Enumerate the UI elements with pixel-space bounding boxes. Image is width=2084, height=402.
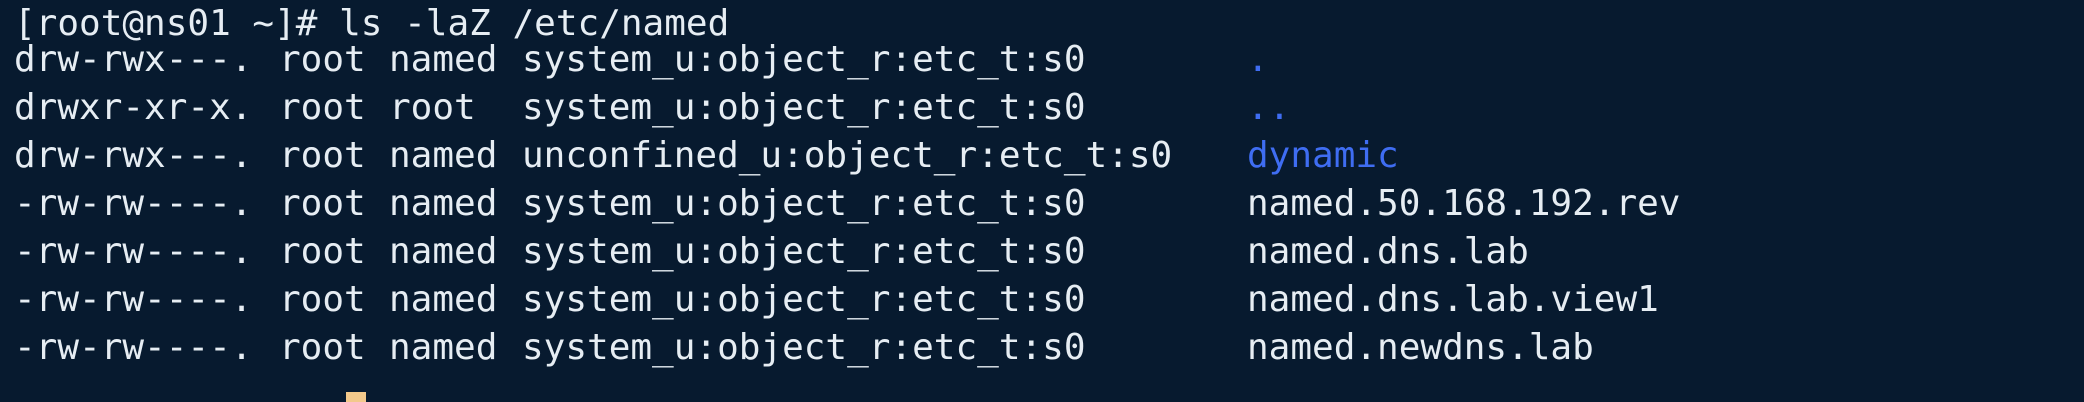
group: named	[389, 327, 498, 368]
selinux-context: system_u:object_r:etc_t:s0	[522, 183, 1086, 224]
group: named	[389, 279, 498, 320]
group: named	[389, 39, 498, 80]
listing-row: drw-rwx---. root named system_u:object_r…	[14, 36, 1269, 84]
owner: root	[279, 39, 366, 80]
selinux-context: system_u:object_r:etc_t:s0	[522, 327, 1086, 368]
group: root	[389, 87, 476, 128]
owner: root	[279, 231, 366, 272]
directory-name: .	[1247, 39, 1269, 80]
file-name: named.newdns.lab	[1247, 327, 1594, 368]
listing-row: drw-rwx---. root named unconfined_u:obje…	[14, 132, 1399, 180]
file-name: named.dns.lab	[1247, 231, 1529, 272]
file-name: named.50.168.192.rev	[1247, 183, 1681, 224]
selinux-context: system_u:object_r:etc_t:s0	[522, 87, 1086, 128]
owner: root	[279, 279, 366, 320]
group: named	[389, 183, 498, 224]
text-cursor	[346, 392, 366, 402]
terminal-window[interactable]: [root@ns01 ~]# ls -laZ /etc/named drw-rw…	[0, 0, 2084, 402]
file-name: named.dns.lab.view1	[1247, 279, 1659, 320]
owner: root	[279, 87, 366, 128]
group: named	[389, 135, 498, 176]
owner: root	[279, 183, 366, 224]
selinux-context: system_u:object_r:etc_t:s0	[522, 39, 1086, 80]
permissions: -rw-rw----.	[14, 327, 253, 368]
owner: root	[279, 135, 366, 176]
selinux-context: unconfined_u:object_r:etc_t:s0	[522, 135, 1173, 176]
permissions: drw-rwx---.	[14, 39, 253, 80]
listing-row: -rw-rw----. root named system_u:object_r…	[14, 228, 1529, 276]
listing-row: drwxr-xr-x. root root system_u:object_r:…	[14, 84, 1290, 132]
owner: root	[279, 327, 366, 368]
permissions: drw-rwx---.	[14, 135, 253, 176]
listing-row: -rw-rw----. root named system_u:object_r…	[14, 180, 1680, 228]
listing-row: -rw-rw----. root named system_u:object_r…	[14, 276, 1659, 324]
directory-name: ..	[1247, 87, 1291, 128]
directory-name: dynamic	[1247, 135, 1399, 176]
group: named	[389, 231, 498, 272]
permissions: -rw-rw----.	[14, 183, 253, 224]
listing-row: -rw-rw----. root named system_u:object_r…	[14, 324, 1594, 372]
selinux-context: system_u:object_r:etc_t:s0	[522, 231, 1086, 272]
permissions: drwxr-xr-x.	[14, 87, 253, 128]
selinux-context: system_u:object_r:etc_t:s0	[522, 279, 1086, 320]
permissions: -rw-rw----.	[14, 231, 253, 272]
permissions: -rw-rw----.	[14, 279, 253, 320]
